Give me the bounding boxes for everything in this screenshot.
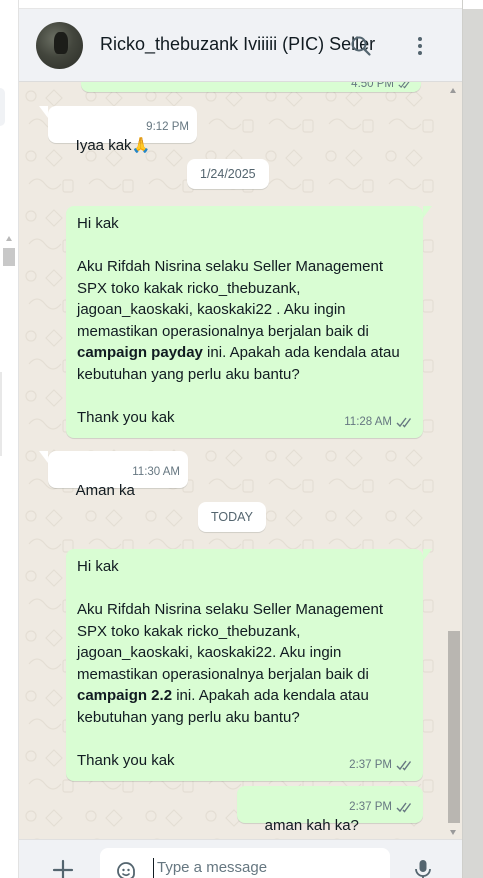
scroll-up-arrow-icon[interactable]	[6, 236, 12, 241]
message-bubble-outgoing[interactable]: Hi kak Aku Rifdah Nisrina selaku Seller …	[66, 206, 423, 438]
message-bubble-incoming[interactable]: Aman ka 11:30 AM	[48, 451, 188, 499]
chat-title[interactable]: Ricko_thebuzank Iviiiii (PIC) Seller	[100, 34, 375, 55]
chat-scrollbar[interactable]	[444, 82, 462, 839]
chat-header: Ricko_thebuzank Iviiiii (PIC) Seller	[19, 9, 462, 82]
bubble-tail	[39, 451, 48, 463]
right-window-edge	[462, 0, 483, 878]
message-time: 2:37 PM	[349, 758, 392, 771]
message-list[interactable]: 4:50 PM Iyaa kak🙏 9:12 PM 1/24/2025 Hi k…	[19, 82, 444, 839]
plus-icon[interactable]	[51, 858, 75, 878]
contact-avatar[interactable]	[36, 22, 83, 69]
message-body: Aku Rifdah Nisrina selaku Seller Managem…	[77, 599, 413, 728]
message-input[interactable]	[157, 859, 377, 876]
double-check-icon	[396, 417, 412, 428]
bubble-tail	[39, 106, 48, 118]
sticker-icon[interactable]	[114, 859, 138, 878]
double-check-icon	[396, 802, 412, 813]
left-panel-edge	[0, 0, 19, 878]
microphone-icon[interactable]	[411, 858, 435, 878]
message-time: 11:28 AM	[344, 415, 392, 428]
message-greeting: Hi kak	[77, 215, 119, 232]
message-meta: 2:37 PM	[349, 755, 414, 777]
message-body-text: Aku Rifdah Nisrina selaku Seller Managem…	[77, 601, 383, 683]
message-time: 9:12 PM	[146, 120, 189, 133]
scroll-thumb[interactable]	[448, 631, 460, 823]
message-text: Aman ka	[75, 481, 135, 499]
message-meta: 11:28 AM	[344, 412, 414, 434]
bubble-tail	[423, 549, 432, 561]
message-bubble-outgoing[interactable]: 4:50 PM	[81, 82, 421, 92]
scroll-up-arrow-icon[interactable]	[450, 88, 456, 93]
message-text: Iyaa kak🙏	[75, 136, 151, 154]
message-meta: 11:30 AM	[132, 462, 180, 484]
text-caret	[153, 858, 154, 878]
scroll-down-arrow-icon[interactable]	[450, 830, 456, 835]
message-composer	[19, 839, 462, 878]
message-meta: 2:37 PM	[349, 797, 414, 819]
message-bubble-incoming[interactable]: Iyaa kak🙏 9:12 PM	[48, 106, 197, 154]
message-input-box[interactable]	[100, 848, 390, 878]
date-separator: 1/24/2025	[187, 159, 269, 189]
message-body-text: Aku Rifdah Nisrina selaku Seller Managem…	[77, 258, 383, 340]
message-time: 4:50 PM	[351, 82, 394, 90]
avatar-photo-subject	[54, 32, 68, 54]
message-body: Aku Rifdah Nisrina selaku Seller Managem…	[77, 256, 413, 385]
message-text: aman kah ka?	[264, 816, 359, 834]
message-meta: 4:50 PM	[351, 82, 412, 90]
date-separator: TODAY	[198, 502, 266, 532]
kebab-menu-icon[interactable]	[408, 34, 432, 58]
message-time: 2:37 PM	[349, 800, 392, 813]
message-bubble-outgoing[interactable]: aman kah ka? 2:37 PM	[237, 786, 423, 834]
window-top-edge	[463, 0, 483, 9]
scroll-thumb[interactable]	[3, 248, 15, 266]
double-check-icon	[398, 82, 410, 88]
double-check-icon	[396, 760, 412, 771]
left-panel-divider	[0, 372, 2, 456]
message-bubble-outgoing[interactable]: Hi kak Aku Rifdah Nisrina selaku Seller …	[66, 549, 423, 781]
search-icon[interactable]	[349, 34, 373, 58]
message-bold-text: campaign payday	[77, 344, 203, 361]
message-meta: 9:12 PM	[146, 117, 189, 139]
message-greeting: Hi kak	[77, 558, 119, 575]
message-time: 11:30 AM	[132, 465, 180, 478]
window-top-edge	[19, 0, 462, 9]
left-panel-scrollbar[interactable]	[3, 236, 15, 276]
bubble-tail	[423, 206, 432, 218]
left-panel-tab[interactable]	[0, 88, 5, 126]
message-bold-text: campaign 2.2	[77, 687, 173, 704]
